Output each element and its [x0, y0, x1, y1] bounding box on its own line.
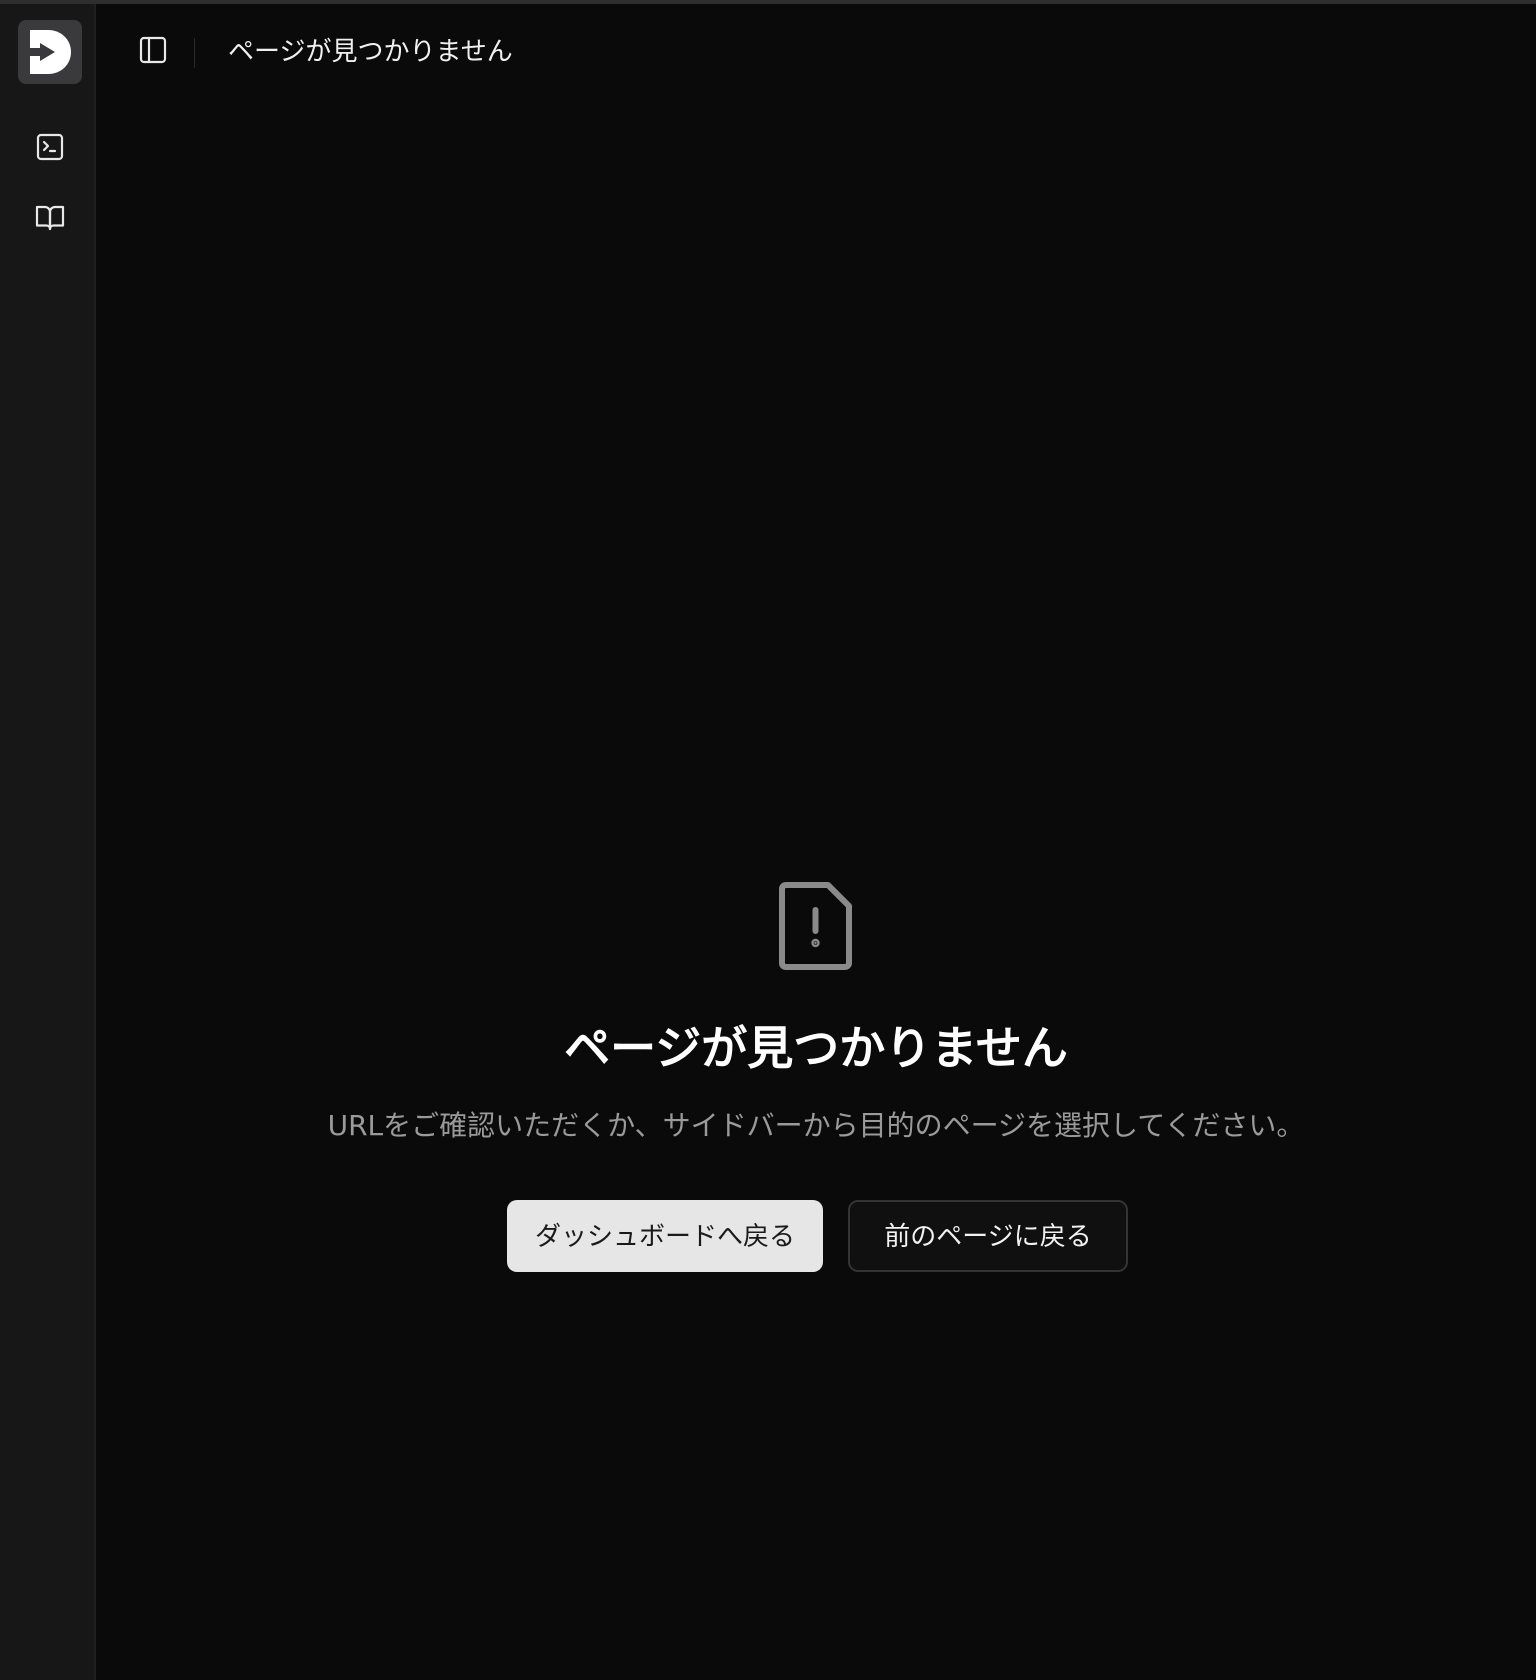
sidebar-item-terminal[interactable] — [28, 125, 72, 169]
main-content: ページが見つかりません URLをご確認いただくか、サイドバーから目的のページを選… — [96, 100, 1536, 1680]
not-found-description: URLをご確認いただくか、サイドバーから目的のページを選択してください。 — [327, 1109, 1305, 1142]
app-logo-d-icon — [30, 30, 71, 74]
file-warning-icon — [779, 882, 852, 970]
sidebar-toggle-button[interactable] — [131, 28, 175, 72]
sidebar-item-docs[interactable] — [28, 196, 72, 240]
header-bar: ページが見つかりません — [96, 4, 1536, 100]
book-open-icon — [35, 205, 65, 231]
app-logo[interactable] — [18, 20, 82, 84]
header-divider — [194, 38, 195, 68]
page-title: ページが見つかりません — [228, 37, 513, 67]
terminal-icon — [36, 133, 64, 161]
app-window: ページが見つかりません ページが見つかりません URLをご確認いただくか、サイド… — [0, 0, 1536, 1680]
sidebar — [0, 4, 96, 1680]
go-back-button[interactable]: 前のページに戻る — [848, 1200, 1128, 1272]
panel-left-icon — [139, 36, 167, 64]
not-found-heading: ページが見つかりません — [564, 1021, 1068, 1075]
back-to-dashboard-button[interactable]: ダッシュボードへ戻る — [507, 1200, 823, 1272]
